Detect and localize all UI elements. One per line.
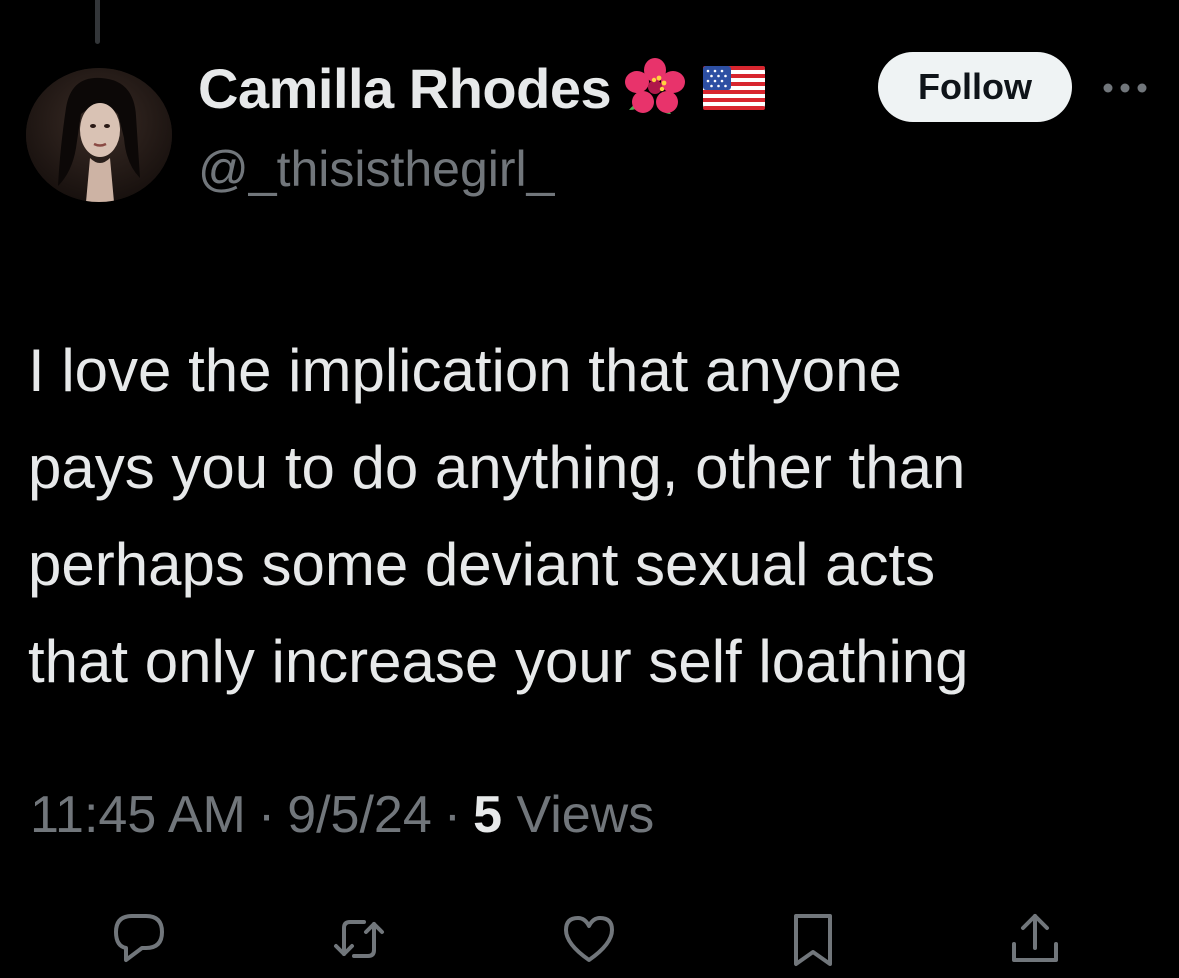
views-count: 5 (473, 786, 503, 844)
bookmark-icon (794, 914, 832, 966)
author-handle[interactable]: @_thisisthegirl_ (198, 140, 554, 198)
reply-icon (114, 914, 164, 962)
action-bar (0, 908, 1179, 970)
tweet-date[interactable]: 9/5/24 (287, 786, 432, 844)
meta-separator: · (257, 786, 276, 844)
author-name-row: Camilla Rhodes (198, 56, 766, 121)
share-button[interactable] (1004, 908, 1066, 970)
tweet-time[interactable]: 11:45 AM (30, 786, 246, 844)
tweet-text-line: I love the implication that anyone (28, 337, 902, 404)
tweet-meta: 11:45 AM · 9/5/24 · 5 Views (30, 780, 654, 850)
us-flag-icon (703, 66, 766, 110)
avatar[interactable] (26, 68, 172, 202)
retweet-button[interactable] (328, 908, 390, 970)
reply-button[interactable] (108, 908, 170, 970)
more-options-icon[interactable] (1100, 78, 1150, 98)
meta-separator: · (443, 786, 462, 844)
share-icon (1012, 914, 1058, 962)
hibiscus-icon (625, 58, 686, 114)
tweet-text: I love the implication that anyone pays … (28, 322, 1168, 710)
avatar-image (26, 68, 172, 202)
follow-button[interactable]: Follow (878, 52, 1072, 122)
tweet-text-line: that only increase your self loathing (28, 628, 969, 695)
tweet-text-line: perhaps some deviant sexual acts (28, 531, 936, 598)
thread-connector-line (95, 0, 100, 44)
bookmark-button[interactable] (782, 908, 844, 970)
tweet-text-line: pays you to do anything, other than (28, 434, 966, 501)
retweet-icon (334, 920, 384, 958)
like-icon (564, 916, 614, 962)
like-button[interactable] (558, 908, 620, 970)
views-label: Views (516, 786, 655, 844)
author-display-name[interactable]: Camilla Rhodes (198, 56, 612, 121)
